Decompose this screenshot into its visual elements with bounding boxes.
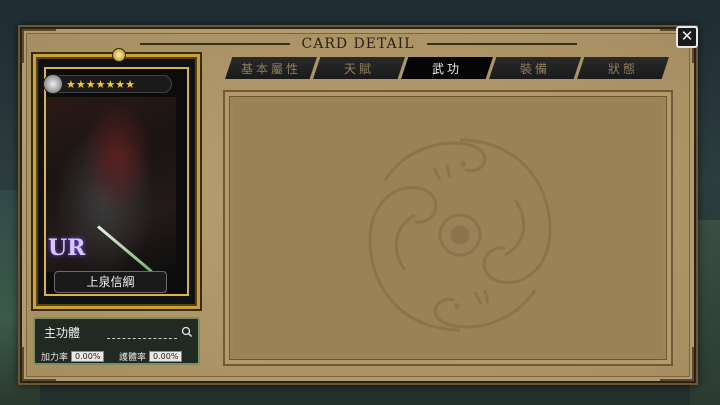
stat-value: 0.00%: [149, 351, 183, 362]
character-card[interactable]: ★★★★★★★ UR 上泉信綱: [33, 48, 200, 309]
title-divider: [139, 43, 290, 45]
star-rank-bar: ★★★★★★★: [43, 74, 172, 94]
main-skill-label: 主功體: [44, 326, 81, 340]
star-rating: ★★★★★★★: [66, 78, 136, 91]
power-rate-stat: 加力率 0.00%: [41, 350, 105, 363]
character-name: 上泉信綱: [86, 275, 135, 289]
rank-medal-icon: [43, 74, 63, 94]
content-inner: [235, 102, 661, 354]
tab-martial-arts[interactable]: 武功: [401, 57, 493, 79]
card-gem-ornament: [112, 48, 126, 62]
stat-label: 加力率: [41, 353, 69, 363]
character-name-plate: 上泉信綱: [54, 271, 167, 293]
tab-talent[interactable]: 天賦: [313, 57, 405, 79]
tab-label: 狀態: [607, 61, 638, 76]
tab-label: 基本屬性: [240, 61, 301, 76]
stat-value: 0.00%: [71, 351, 105, 362]
main-skill-panel: 主功體 加力率 0.00% 護體率 0.00%: [33, 317, 200, 365]
stat-label: 護體率: [119, 353, 147, 363]
search-icon[interactable]: [180, 325, 194, 339]
sword-graphic: [97, 225, 153, 273]
close-button[interactable]: ✕: [676, 26, 698, 48]
detail-tabs: 基本屬性 天賦 武功 裝備 狀態: [225, 57, 669, 81]
skill-search-input[interactable]: [107, 327, 177, 339]
tab-label: 裝備: [519, 61, 550, 76]
dragon-emblem-watermark: [368, 138, 552, 332]
tab-equipment[interactable]: 裝備: [489, 57, 581, 79]
tab-label: 武功: [431, 61, 462, 76]
guard-rate-stat: 護體率 0.00%: [119, 350, 183, 363]
title-divider: [426, 43, 577, 45]
tab-label: 天賦: [343, 61, 374, 76]
close-icon: ✕: [680, 27, 694, 45]
martial-arts-content-panel: [223, 90, 673, 366]
tab-status[interactable]: 狀態: [577, 57, 669, 79]
dialog-title: CARD DETAIL: [301, 36, 415, 52]
tab-basic-attributes[interactable]: 基本屬性: [225, 57, 317, 79]
rarity-badge: UR: [48, 235, 86, 261]
